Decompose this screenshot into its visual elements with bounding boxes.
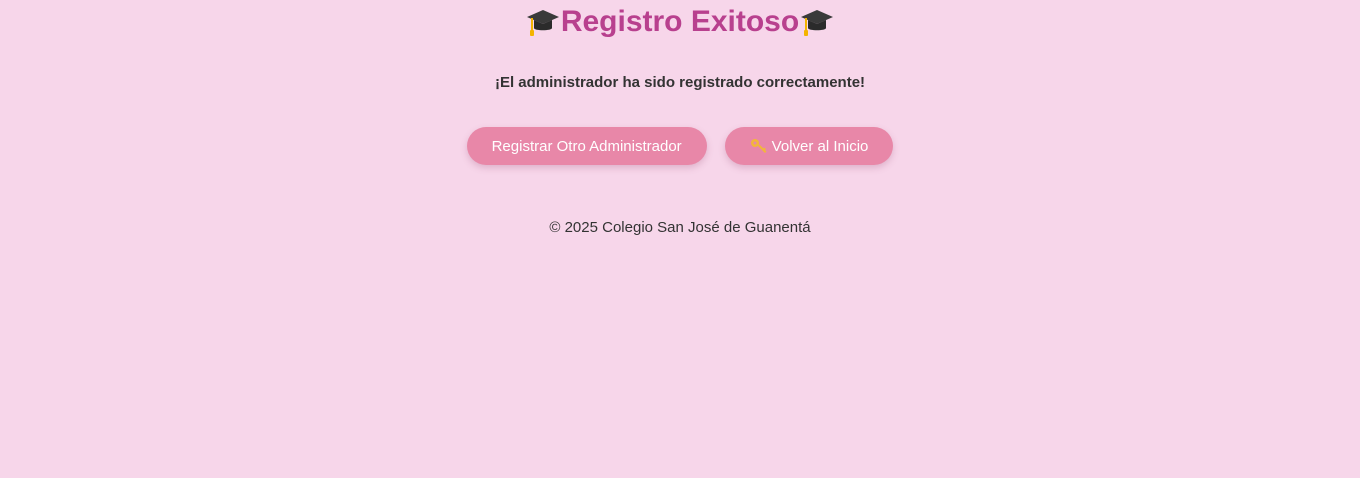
key-icon xyxy=(750,139,767,153)
title-text: Registro Exitoso xyxy=(560,5,800,38)
action-buttons: Registrar Otro Administrador Volver al I… xyxy=(0,127,1360,165)
graduation-cap-icon xyxy=(801,10,834,36)
page: Registro Exitoso ¡El administrador ha si… xyxy=(0,0,1360,478)
register-another-button[interactable]: Registrar Otro Administrador xyxy=(466,127,707,165)
register-another-label: Registrar Otro Administrador xyxy=(491,137,682,155)
footer-copyright: © 2025 Colegio San José de Guanentá xyxy=(549,219,811,236)
back-home-button[interactable]: Volver al Inicio xyxy=(724,127,894,165)
success-message: ¡El administrador ha sido registrado cor… xyxy=(494,74,866,91)
page-title: Registro Exitoso xyxy=(0,4,1360,40)
back-home-label: Volver al Inicio xyxy=(771,137,869,155)
graduation-cap-icon xyxy=(526,10,559,36)
